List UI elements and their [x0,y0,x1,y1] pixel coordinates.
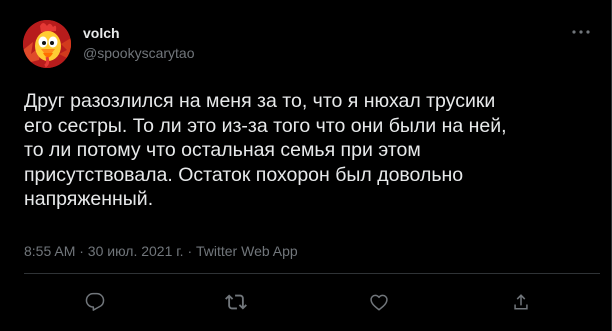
retweet-button[interactable] [222,288,250,316]
more-options-button[interactable] [570,24,592,40]
reply-button[interactable] [81,288,109,316]
action-bar [24,288,594,316]
retweet-icon [225,294,247,310]
share-icon [514,294,528,310]
tweet-card: volch @spookyscarytao Друг разозлился на… [0,0,612,331]
author-handle[interactable]: @spookyscarytao [83,44,194,62]
share-button[interactable] [507,288,535,316]
like-icon [370,294,388,311]
reply-icon [85,292,105,311]
tweet-text: Друг разозлился на меня за то, что я нюх… [24,90,507,210]
rooster-avatar-icon [23,20,71,68]
divider [24,273,600,274]
avatar[interactable] [23,20,71,68]
author-names: volch @spookyscarytao [83,24,194,62]
author-display-name[interactable]: volch [83,24,194,42]
more-icon [572,30,590,34]
like-button[interactable] [365,288,393,316]
tweet-timestamp[interactable]: 8:55 AM · 30 июл. 2021 г. · Twitter Web … [24,242,298,260]
